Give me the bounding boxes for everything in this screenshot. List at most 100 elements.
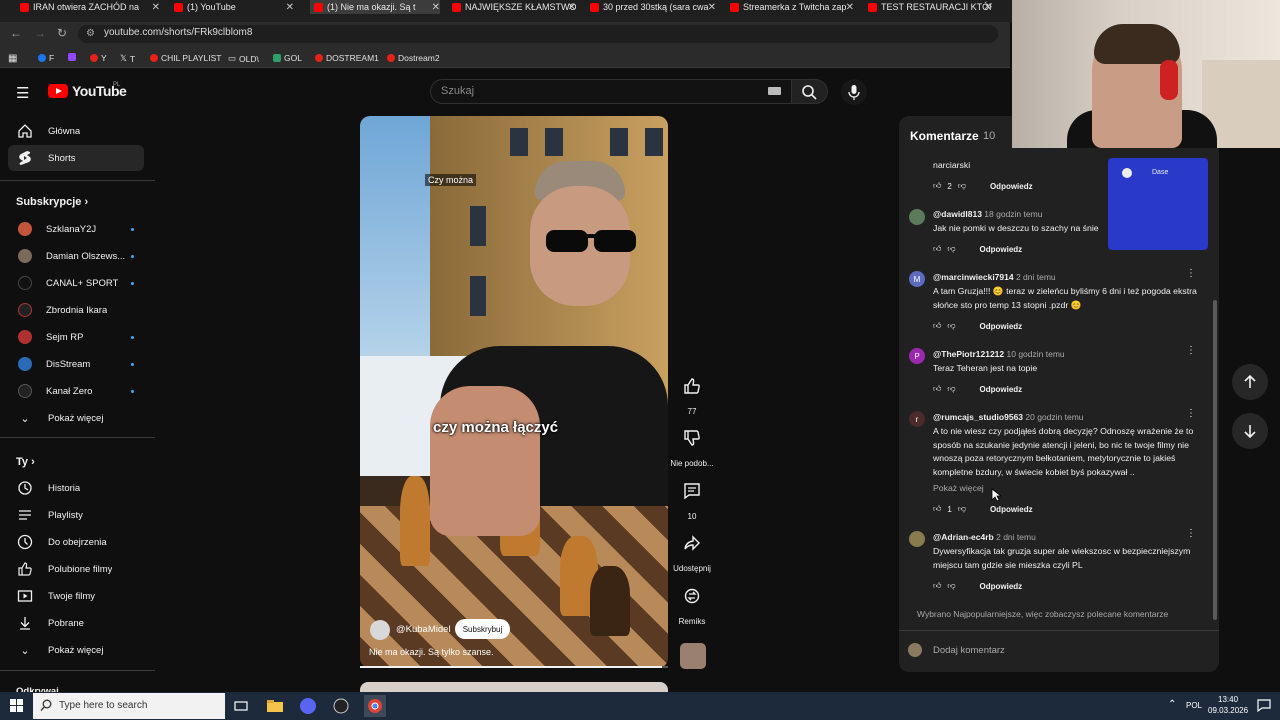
notification-icon[interactable] — [1257, 699, 1271, 712]
commenter-avatar[interactable]: r — [909, 411, 925, 427]
bookmark-item[interactable]: Dostream2 — [387, 53, 440, 63]
task-view-icon[interactable] — [232, 697, 250, 715]
sidebar-item-shorts[interactable]: Shorts — [8, 145, 144, 171]
browser-tab[interactable]: TEST RESTAURACJI KTÓR ✕ — [868, 0, 992, 14]
sidebar-item-your-videos[interactable]: Twoje filmy — [8, 583, 144, 609]
file-explorer-icon[interactable] — [266, 697, 284, 715]
commenter-avatar[interactable] — [909, 531, 925, 547]
comments-scrollbar[interactable] — [1213, 300, 1217, 620]
sidebar-item-subscription[interactable]: SzklanaY2J — [8, 216, 144, 242]
channel-handle[interactable]: @KubaMidel — [396, 624, 451, 635]
next-short-preview[interactable] — [360, 682, 668, 692]
sidebar-item-subscription[interactable]: Zbrodnia Ikara — [8, 297, 144, 323]
sidebar-item-watch-later[interactable]: Do obejrzenia — [8, 529, 144, 555]
browser-tab[interactable]: 30 przed 30stką (sara cwa ✕ — [590, 0, 716, 14]
reply-button[interactable]: Odpowiedz — [990, 182, 1033, 191]
close-tab-icon[interactable]: ✕ — [286, 2, 294, 13]
video-title[interactable]: Nie ma okazji. Są tylko szanse. — [369, 647, 494, 657]
sidebar-item-history[interactable]: Historia — [8, 475, 144, 501]
site-info-icon[interactable]: ⚙ — [86, 28, 95, 39]
previous-short-button[interactable] — [1232, 364, 1268, 400]
dislike-button[interactable]: Nie podob... — [670, 422, 714, 468]
comment-more-icon[interactable]: ⋮ — [1186, 529, 1196, 539]
sidebar-show-more[interactable]: ⌄ Pokaż więcej — [8, 405, 144, 431]
reply-button[interactable]: Odpowiedz — [980, 385, 1023, 394]
obs-icon[interactable] — [332, 697, 350, 715]
sidebar-item-home[interactable]: Główna — [8, 118, 144, 144]
reply-button[interactable]: Odpowiedz — [980, 322, 1023, 331]
voice-search-button[interactable] — [841, 79, 867, 105]
forward-icon[interactable]: → — [34, 26, 46, 40]
sidebar-item-subscription[interactable]: Damian Olszews... — [8, 243, 144, 269]
channel-avatar[interactable] — [370, 620, 390, 640]
bookmark-item[interactable]: CHIL PLAYLIST — [150, 53, 221, 63]
share-button[interactable]: Udostępnij — [673, 527, 711, 573]
browser-tab[interactable]: NAJWIĘKSZE KŁAMSTWO ✕ — [452, 0, 576, 14]
sidebar-item-subscription[interactable]: DisStream — [8, 351, 144, 377]
keyboard-icon[interactable] — [768, 87, 781, 95]
commenter-avatar[interactable]: M — [909, 271, 925, 287]
bookmark-folder[interactable]: ▭ OLD\ — [228, 53, 259, 64]
sidebar-item-subscription[interactable]: CANAL+ SPORT — [8, 270, 144, 296]
subscriptions-heading[interactable]: Subskrypcje › — [16, 196, 88, 208]
thumbs-down-icon[interactable]: 👎︎ — [958, 181, 966, 191]
close-tab-icon[interactable]: ✕ — [708, 2, 716, 13]
sidebar-item-liked[interactable]: Polubione filmy — [8, 556, 144, 582]
thumbs-up-icon[interactable]: 👍︎ — [933, 181, 941, 191]
remix-button[interactable]: Remiks — [676, 580, 708, 626]
bookmark-item[interactable] — [68, 53, 79, 61]
thumbs-up-icon[interactable]: 👍︎ — [933, 321, 941, 331]
bookmark-item[interactable]: GOL — [273, 53, 302, 63]
thumbs-up-icon[interactable]: 👍︎ — [933, 384, 941, 394]
bookmark-item[interactable]: F — [38, 53, 54, 63]
close-tab-icon[interactable]: ✕ — [846, 2, 854, 13]
audio-thumbnail[interactable] — [680, 643, 706, 669]
comment-more-icon[interactable]: ⋮ — [1186, 409, 1196, 419]
thumbs-down-icon[interactable]: 👎︎ — [947, 321, 955, 331]
chevron-up-icon[interactable]: ⌃ — [1168, 699, 1176, 710]
browser-tab[interactable]: Streamerka z Twitcha zap ✕ — [730, 0, 854, 14]
reply-button[interactable]: Odpowiedz — [980, 245, 1023, 254]
sidebar-item-playlists[interactable]: Playlisty — [8, 502, 144, 528]
thumbs-down-icon[interactable]: 👎︎ — [947, 384, 955, 394]
close-tab-icon[interactable]: ✕ — [568, 2, 576, 13]
comment-more-icon[interactable]: ⋮ — [1186, 269, 1196, 279]
sidebar-show-more[interactable]: ⌄ Pokaż więcej — [8, 637, 144, 663]
chrome-icon[interactable] — [364, 695, 386, 717]
search-input[interactable] — [430, 79, 792, 104]
browser-tab-active[interactable]: (1) Nie ma okazji. Są t ✕ — [310, 0, 440, 14]
sidebar-item-downloads[interactable]: Pobrane — [8, 610, 144, 636]
bookmark-item[interactable]: DOSTREAM1 — [315, 53, 379, 63]
browser-tab[interactable]: (1) YouTube ✕ — [174, 0, 294, 14]
reply-button[interactable]: Odpowiedz — [990, 505, 1033, 514]
thumbs-down-icon[interactable]: 👎︎ — [947, 581, 955, 591]
back-icon[interactable]: ← — [10, 26, 22, 40]
you-heading[interactable]: Ty › — [16, 456, 35, 468]
next-short-button[interactable] — [1232, 413, 1268, 449]
close-tab-icon[interactable]: ✕ — [984, 2, 992, 13]
reply-button[interactable]: Odpowiedz — [980, 582, 1023, 591]
commenter-avatar[interactable] — [909, 209, 925, 225]
thumbs-up-icon[interactable]: 👍︎ — [933, 504, 941, 514]
close-tab-icon[interactable]: ✕ — [432, 2, 440, 13]
comment-more-icon[interactable]: ⋮ — [1186, 346, 1196, 356]
video-progress-bar[interactable] — [360, 666, 668, 668]
show-more-link[interactable]: Pokaż więcej — [933, 482, 1013, 496]
windows-start-icon[interactable] — [10, 699, 23, 712]
search-button[interactable] — [792, 79, 828, 104]
apps-grid-icon[interactable]: ▦ — [8, 53, 17, 64]
menu-icon[interactable]: ☰ — [16, 84, 29, 102]
thumbs-down-icon[interactable]: 👎︎ — [947, 244, 955, 254]
browser-tab[interactable]: IRAN otwiera ZACHÓD na ✕ — [20, 0, 160, 14]
commenter-avatar[interactable]: P — [909, 348, 925, 364]
taskbar-clock[interactable]: 13:40 09.03.2026 — [1208, 694, 1248, 716]
bookmark-item[interactable]: Y — [90, 53, 107, 63]
shorts-video-player[interactable] — [360, 116, 668, 668]
thumbs-up-icon[interactable]: 👍︎ — [933, 581, 941, 591]
reload-icon[interactable]: ↻ — [57, 26, 67, 40]
sidebar-item-subscription[interactable]: Sejm RP — [8, 324, 144, 350]
thumbs-up-icon[interactable]: 👍︎ — [933, 244, 941, 254]
thumbs-down-icon[interactable]: 👎︎ — [958, 504, 966, 514]
discord-icon[interactable] — [299, 697, 317, 715]
bookmark-item[interactable]: 𝕏T — [120, 53, 135, 64]
